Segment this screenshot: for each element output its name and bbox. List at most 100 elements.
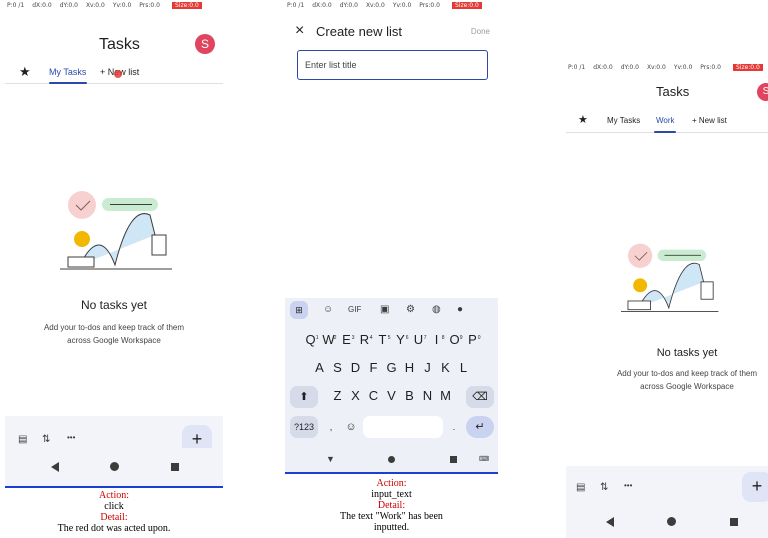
- account-avatar[interactable]: S: [757, 83, 768, 101]
- system-nav-bar: [566, 506, 768, 538]
- caption-divider: [285, 472, 498, 474]
- add-task-button[interactable]: +: [742, 472, 768, 502]
- key-q[interactable]: Q1: [303, 330, 319, 350]
- sticker-icon[interactable]: ☺: [323, 304, 333, 315]
- key-b[interactable]: B: [402, 386, 418, 406]
- comma-key[interactable]: ,: [322, 416, 340, 438]
- key-p[interactable]: P0: [465, 330, 481, 350]
- key-j[interactable]: J: [420, 358, 436, 378]
- key-t[interactable]: T5: [375, 330, 391, 350]
- key-l[interactable]: L: [456, 358, 472, 378]
- empty-state-line-1: Add your to-dos and keep track of them: [616, 369, 758, 378]
- list-tabs: ★ My Tasks + New list: [5, 62, 223, 84]
- key-y[interactable]: Y6: [393, 330, 408, 350]
- list-tabs: ★ My Tasks Work + New list: [566, 111, 768, 133]
- nav-home-icon[interactable]: [667, 517, 676, 526]
- more-options-icon[interactable]: •••: [67, 433, 75, 442]
- key-f[interactable]: F: [366, 358, 382, 378]
- soft-keyboard: ⊞ ☺ GIF ▣ ⚙ ◍ ● Q1W2E3R4T5Y6U7I8O9P0 ASD…: [285, 298, 498, 474]
- key-m[interactable]: M: [438, 386, 454, 406]
- gif-key[interactable]: GIF: [348, 305, 361, 314]
- key-e[interactable]: E3: [339, 330, 354, 350]
- symbols-key[interactable]: ?123: [290, 416, 318, 438]
- keyboard-row-1: Q1W2E3R4T5Y6U7I8O9P0: [285, 330, 498, 350]
- key-a[interactable]: A: [312, 358, 328, 378]
- key-h[interactable]: H: [402, 358, 418, 378]
- clipboard-icon[interactable]: ▣: [380, 304, 389, 315]
- palette-icon[interactable]: ◍: [432, 304, 441, 315]
- list-title-placeholder: Enter list title: [305, 60, 357, 70]
- shift-key[interactable]: ⬆: [290, 386, 318, 408]
- key-z[interactable]: Z: [330, 386, 346, 406]
- key-digit-hint: 5: [387, 335, 391, 341]
- key-r[interactable]: R4: [357, 330, 373, 350]
- empty-tasks-illustration: [621, 243, 719, 312]
- microphone-icon[interactable]: ●: [457, 304, 463, 315]
- keyboard-switch-icon[interactable]: ⌨: [479, 455, 489, 463]
- done-button[interactable]: Done: [471, 27, 490, 36]
- nav-home-icon[interactable]: [110, 462, 119, 471]
- sort-icon[interactable]: ⇅: [600, 482, 608, 493]
- nav-home-icon[interactable]: [388, 456, 395, 463]
- tab-my-tasks[interactable]: My Tasks: [607, 116, 640, 125]
- key-digit-hint: 2: [333, 335, 337, 341]
- starred-tab-icon[interactable]: ★: [19, 64, 31, 80]
- keyboard-row-2: ASDFGHJKL: [285, 358, 498, 378]
- key-i[interactable]: I8: [429, 330, 445, 350]
- nav-recents-icon[interactable]: [450, 456, 457, 463]
- key-digit-hint: 0: [477, 335, 481, 341]
- active-tab-indicator: [49, 82, 87, 84]
- screen-tasks-initial: P:0 /1 dX:0.0 dY:0.0 Xv:0.0 Yv:0.0 Prs:0.0 Siz…: [5, 0, 223, 538]
- nav-back-icon[interactable]: [51, 462, 59, 472]
- empty-state-line-1: Add your to-dos and keep track of them: [43, 323, 185, 332]
- empty-state-line-2: across Google Workspace: [67, 336, 161, 345]
- space-key[interactable]: [363, 416, 443, 438]
- debug-status-bar: P:0 /1 dX:0.0 dY:0.0 Xv:0.0 Yv:0.0 Prs:0.0 Siz…: [7, 2, 210, 9]
- empty-state-line-2: across Google Workspace: [640, 382, 734, 391]
- key-digit-hint: 9: [459, 335, 463, 341]
- apps-key[interactable]: ⊞: [290, 301, 308, 319]
- screen-tasks-work-list: P:0 /1 dX:0.0 dY:0.0 Xv:0.0 Yv:0.0 Prs:0.0 Siz…: [566, 0, 768, 538]
- key-k[interactable]: K: [438, 358, 454, 378]
- key-n[interactable]: N: [420, 386, 436, 406]
- key-v[interactable]: V: [384, 386, 400, 406]
- list-view-icon[interactable]: ▤: [18, 434, 27, 445]
- more-options-icon[interactable]: •••: [624, 481, 632, 490]
- account-avatar[interactable]: S: [195, 34, 215, 54]
- tab-new-list[interactable]: + New list: [692, 116, 727, 125]
- key-digit-hint: 8: [441, 335, 445, 341]
- nav-back-icon[interactable]: [606, 517, 614, 527]
- debug-status-bar: P:0 /1 dX:0.0 dY:0.0 Xv:0.0 Yv:0.0 Prs:0.0 Siz…: [287, 2, 490, 9]
- keyboard-nav-bar: ▼ ⌨: [285, 448, 498, 474]
- tab-my-tasks[interactable]: My Tasks: [49, 67, 86, 77]
- emoji-key[interactable]: ☺: [342, 416, 360, 438]
- touch-indicator-dot: [114, 70, 122, 78]
- list-title-input[interactable]: Enter list title: [297, 50, 488, 80]
- screen-create-list: P:0 /1 dX:0.0 dY:0.0 Xv:0.0 Yv:0.0 Prs:0.0 Siz…: [285, 0, 498, 538]
- key-w[interactable]: W2: [321, 330, 337, 350]
- key-digit-hint: 4: [369, 335, 373, 341]
- hide-keyboard-icon[interactable]: ▼: [326, 454, 335, 464]
- close-icon[interactable]: ×: [295, 22, 304, 40]
- key-g[interactable]: G: [384, 358, 400, 378]
- key-digit-hint: 1: [315, 335, 319, 341]
- nav-recents-icon[interactable]: [730, 518, 738, 526]
- key-c[interactable]: C: [366, 386, 382, 406]
- key-x[interactable]: X: [348, 386, 364, 406]
- key-digit-hint: 7: [423, 335, 427, 341]
- enter-key[interactable]: ↵: [466, 416, 494, 438]
- key-u[interactable]: U7: [411, 330, 427, 350]
- settings-icon[interactable]: ⚙: [406, 304, 415, 315]
- key-s[interactable]: S: [330, 358, 346, 378]
- starred-tab-icon[interactable]: ★: [578, 113, 588, 126]
- list-view-icon[interactable]: ▤: [576, 482, 585, 493]
- period-key[interactable]: .: [446, 416, 462, 438]
- key-o[interactable]: O9: [447, 330, 463, 350]
- nav-recents-icon[interactable]: [171, 463, 179, 471]
- sort-icon[interactable]: ⇅: [42, 434, 50, 445]
- tab-work[interactable]: Work: [656, 116, 675, 125]
- backspace-key[interactable]: ⌫: [466, 386, 494, 408]
- key-d[interactable]: D: [348, 358, 364, 378]
- caption-step-2: Action: input_text Detail: The text "Wor…: [340, 478, 443, 533]
- bottom-app-bar: ▤ ⇅ ••• +: [566, 466, 768, 506]
